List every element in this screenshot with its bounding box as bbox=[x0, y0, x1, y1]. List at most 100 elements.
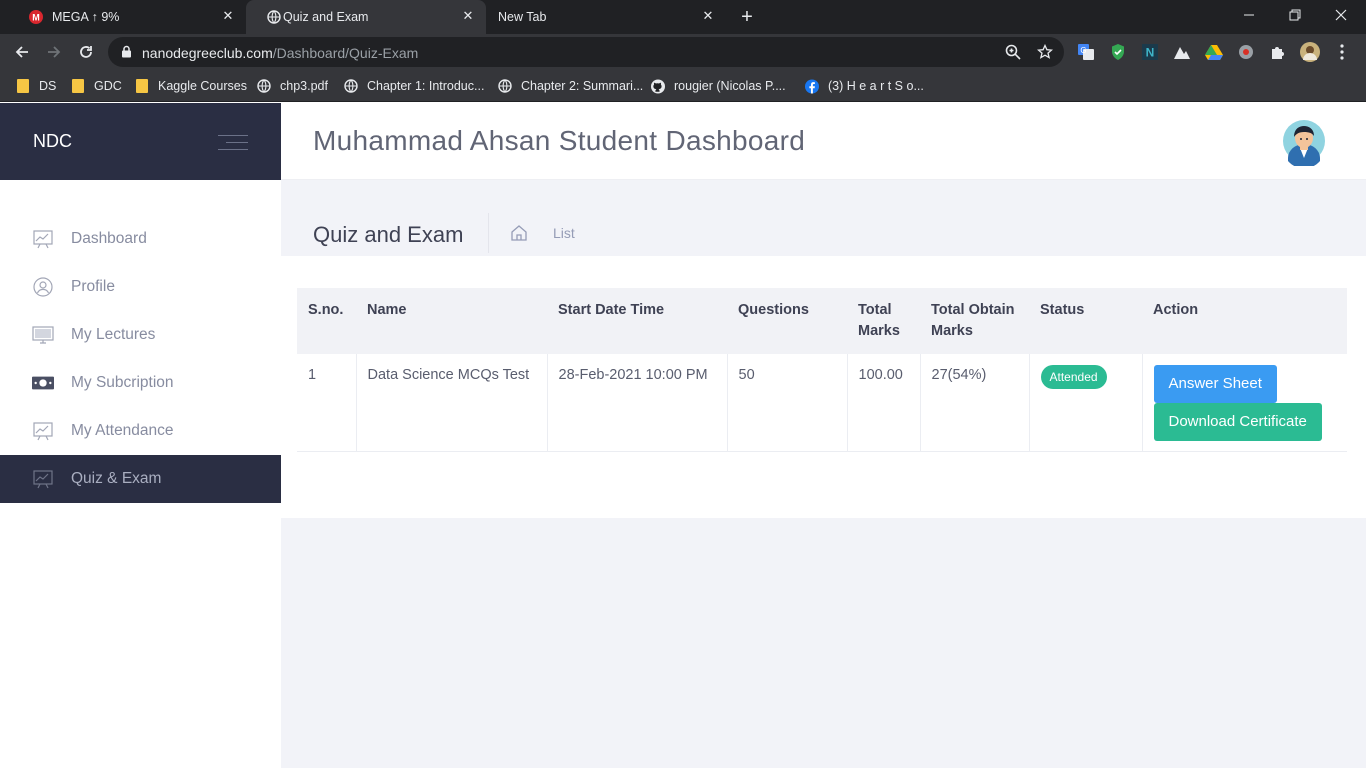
globe-icon bbox=[344, 79, 358, 93]
url-host: nanodegreeclub.com bbox=[142, 45, 273, 61]
lock-icon bbox=[121, 45, 132, 63]
puzzle-icon[interactable] bbox=[1268, 42, 1288, 62]
sidebar-item-dashboard[interactable]: Dashboard bbox=[0, 215, 281, 263]
cell-action: Answer Sheet Download Certificate bbox=[1141, 354, 1347, 452]
sidebar-item-quiz-exam[interactable]: Quiz & Exam bbox=[0, 455, 281, 503]
reload-button[interactable] bbox=[72, 38, 100, 66]
globe-icon bbox=[257, 79, 271, 93]
close-icon[interactable]: ✕ bbox=[220, 8, 236, 24]
tab-quiz-and-exam[interactable]: Quiz and Exam ✕ bbox=[246, 0, 486, 34]
sidebar-item-my-lectures[interactable]: My Lectures bbox=[0, 311, 281, 359]
download-certificate-button[interactable]: Download Certificate bbox=[1153, 403, 1322, 441]
page-header: Muhammad Ahsan Student Dashboard bbox=[281, 103, 1366, 180]
column-header: S.no. bbox=[297, 288, 356, 354]
bookmark-label: chp3.pdf bbox=[280, 79, 328, 93]
divider bbox=[488, 213, 489, 253]
translate-extension-icon[interactable]: G bbox=[1076, 42, 1096, 62]
avatar[interactable] bbox=[1283, 118, 1325, 169]
mega-icon: M bbox=[29, 10, 43, 24]
close-window-button[interactable] bbox=[1318, 0, 1364, 30]
url-path: /Dashboard/Quiz-Exam bbox=[272, 45, 419, 61]
breadcrumb[interactable]: List bbox=[553, 225, 575, 241]
menu-kebab-icon[interactable] bbox=[1332, 42, 1352, 62]
bookmark-chapter-2[interactable]: Chapter 2: Summari... bbox=[498, 76, 643, 96]
profile-avatar-icon[interactable] bbox=[1300, 42, 1320, 62]
forward-button[interactable] bbox=[40, 38, 68, 66]
table-header-row: S.no. Name Start Date Time Questions Tot… bbox=[297, 288, 1347, 354]
star-icon[interactable] bbox=[1036, 43, 1054, 61]
n-extension-icon[interactable]: N bbox=[1140, 42, 1160, 62]
column-header: Total Marks bbox=[847, 288, 920, 354]
tab-mega[interactable]: M MEGA ↑ 9% ✕ bbox=[8, 0, 246, 34]
cell-questions: 50 bbox=[726, 354, 847, 452]
brand-logo[interactable]: NDC bbox=[33, 131, 72, 152]
new-tab-button[interactable]: + bbox=[735, 5, 759, 29]
address-bar[interactable]: nanodegreeclub.com/Dashboard/Quiz-Exam bbox=[108, 37, 1064, 67]
user-circle-icon bbox=[32, 276, 54, 298]
sidebar-item-my-subcription[interactable]: My Subcription bbox=[0, 359, 281, 407]
svg-text:M: M bbox=[32, 13, 40, 23]
browser-tabstrip: M MEGA ↑ 9% ✕ Quiz and Exam ✕ New Tab ✕ … bbox=[0, 0, 1366, 34]
tab-new-tab[interactable]: New Tab ✕ bbox=[486, 0, 726, 34]
page-title: Muhammad Ahsan Student Dashboard bbox=[313, 125, 806, 156]
brand-bar: NDC bbox=[0, 103, 281, 180]
bookmark-label: Chapter 2: Summari... bbox=[521, 79, 644, 93]
facebook-icon bbox=[805, 79, 819, 93]
sidebar-item-label: Dashboard bbox=[71, 230, 147, 247]
cell-status: Attended bbox=[1028, 354, 1142, 452]
circle-extension-icon[interactable] bbox=[1236, 42, 1256, 62]
cell-start-date-time: 28-Feb-2021 10:00 PM bbox=[546, 354, 727, 452]
bookmark-label: DS bbox=[39, 79, 57, 93]
sidebar-item-label: My Lectures bbox=[71, 326, 156, 343]
chart-board-icon bbox=[32, 420, 54, 442]
shield-extension-icon[interactable] bbox=[1108, 42, 1128, 62]
globe-icon bbox=[267, 10, 281, 24]
quiz-table-card: S.no. Name Start Date Time Questions Tot… bbox=[281, 256, 1366, 518]
bookmark-gdc[interactable]: GDC bbox=[71, 76, 122, 96]
bookmark-chapter-1[interactable]: Chapter 1: Introduc... bbox=[344, 76, 484, 96]
zoom-icon[interactable] bbox=[1004, 43, 1022, 61]
sidebar-item-label: My Subcription bbox=[71, 374, 174, 391]
cell-total-marks: 100.00 bbox=[846, 354, 920, 452]
minimize-button[interactable] bbox=[1226, 0, 1272, 30]
tab-label: Quiz and Exam bbox=[283, 10, 369, 24]
url-text: nanodegreeclub.com/Dashboard/Quiz-Exam bbox=[142, 45, 418, 61]
folder-icon bbox=[71, 79, 85, 93]
close-icon[interactable]: ✕ bbox=[700, 8, 716, 24]
browser-toolbar: nanodegreeclub.com/Dashboard/Quiz-Exam G… bbox=[0, 34, 1366, 70]
cell-name: Data Science MCQs Test bbox=[355, 354, 547, 452]
sidebar: Dashboard Profile My Lectures My Subcrip… bbox=[0, 180, 281, 768]
bookmark-ds[interactable]: DS bbox=[16, 76, 56, 96]
sidebar-item-my-attendance[interactable]: My Attendance bbox=[0, 407, 281, 455]
back-button[interactable] bbox=[8, 38, 36, 66]
answer-sheet-button[interactable]: Answer Sheet bbox=[1153, 365, 1277, 403]
close-icon[interactable]: ✕ bbox=[460, 8, 476, 24]
tab-label: MEGA ↑ 9% bbox=[52, 10, 120, 24]
sidebar-item-label: Profile bbox=[71, 278, 115, 295]
sidebar-item-profile[interactable]: Profile bbox=[0, 263, 281, 311]
quiz-table: S.no. Name Start Date Time Questions Tot… bbox=[297, 288, 1347, 452]
bookmark-kaggle-courses[interactable]: Kaggle Courses bbox=[135, 76, 247, 96]
bookmark-facebook[interactable]: (3) H e a r t S o... bbox=[805, 76, 924, 96]
monitor-icon bbox=[32, 324, 54, 346]
money-icon bbox=[32, 372, 54, 394]
mountain-extension-icon[interactable] bbox=[1172, 42, 1192, 62]
svg-text:G: G bbox=[1080, 46, 1086, 55]
folder-icon bbox=[16, 79, 30, 93]
home-icon[interactable] bbox=[510, 224, 528, 242]
github-icon bbox=[651, 79, 665, 93]
restore-button[interactable] bbox=[1272, 0, 1318, 30]
bookmark-rougier[interactable]: rougier (Nicolas P.... bbox=[651, 76, 786, 96]
cell-obtained-marks: 27(54%) bbox=[919, 354, 1029, 452]
column-header: Total Obtain Marks bbox=[920, 288, 1029, 354]
drive-extension-icon[interactable] bbox=[1204, 42, 1224, 62]
bookmark-label: Chapter 1: Introduc... bbox=[367, 79, 485, 93]
section-title: Quiz and Exam bbox=[313, 222, 464, 247]
bookmark-chp3[interactable]: chp3.pdf bbox=[257, 76, 328, 96]
bookmarks-bar: DS GDC Kaggle Courses chp3.pdf Chapter 1… bbox=[0, 70, 1366, 102]
folder-icon bbox=[135, 79, 149, 93]
globe-icon bbox=[498, 79, 512, 93]
table-row: 1 Data Science MCQs Test 28-Feb-2021 10:… bbox=[297, 354, 1347, 452]
hamburger-menu-icon[interactable] bbox=[218, 135, 248, 156]
web-page: NDC Dashboard Profile My Lectures My Sub… bbox=[0, 103, 1366, 768]
